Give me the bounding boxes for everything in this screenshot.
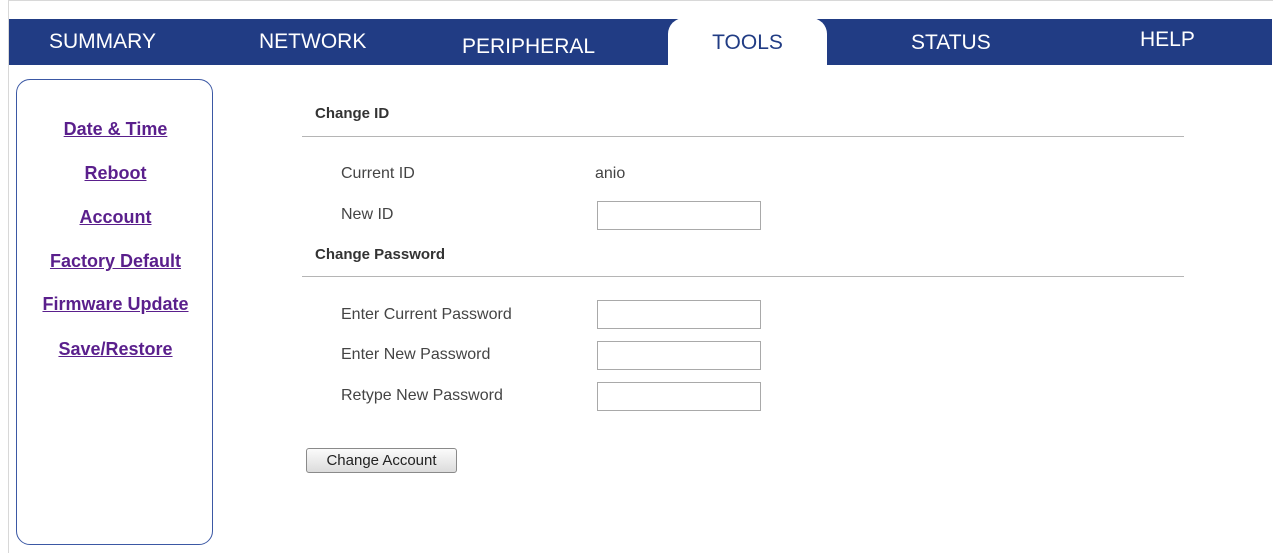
- page: SUMMARY NETWORK PERIPHERAL TOOLS STATUS …: [0, 0, 1274, 553]
- current-password-input[interactable]: [597, 300, 761, 329]
- tab-network[interactable]: NETWORK: [259, 30, 366, 54]
- tab-help[interactable]: HELP: [1140, 28, 1195, 52]
- current-id-value: anio: [595, 165, 626, 182]
- change-id-heading: Change ID: [315, 105, 390, 122]
- sidebar-item-reboot[interactable]: Reboot: [17, 163, 214, 183]
- tab-summary[interactable]: SUMMARY: [49, 30, 156, 54]
- change-password-heading: Change Password: [315, 246, 446, 263]
- tab-tools[interactable]: TOOLS: [668, 18, 827, 65]
- top-nav-bar: SUMMARY NETWORK PERIPHERAL TOOLS STATUS …: [9, 18, 1272, 65]
- new-id-label: New ID: [341, 206, 394, 223]
- change-account-button[interactable]: Change Account: [306, 448, 457, 473]
- current-id-label: Current ID: [341, 165, 415, 182]
- sidebar-item-save-restore[interactable]: Save/Restore: [17, 339, 214, 359]
- new-password-label: Enter New Password: [341, 346, 491, 363]
- change-id-divider: [302, 136, 1184, 137]
- sidebar-item-factory-default[interactable]: Factory Default: [17, 251, 214, 271]
- sidebar-item-date-time[interactable]: Date & Time: [17, 119, 214, 139]
- change-password-divider: [302, 276, 1184, 277]
- tab-peripheral[interactable]: PERIPHERAL: [462, 35, 595, 59]
- tab-status[interactable]: STATUS: [911, 31, 991, 55]
- sidebar-item-firmware-update[interactable]: Firmware Update: [17, 294, 214, 314]
- new-id-input[interactable]: [597, 201, 761, 230]
- tools-sidebar: Date & Time Reboot Account Factory Defau…: [16, 79, 213, 545]
- sidebar-item-account[interactable]: Account: [17, 207, 214, 227]
- retype-password-input[interactable]: [597, 382, 761, 411]
- new-password-input[interactable]: [597, 341, 761, 370]
- current-password-label: Enter Current Password: [341, 306, 512, 323]
- retype-password-label: Retype New Password: [341, 387, 503, 404]
